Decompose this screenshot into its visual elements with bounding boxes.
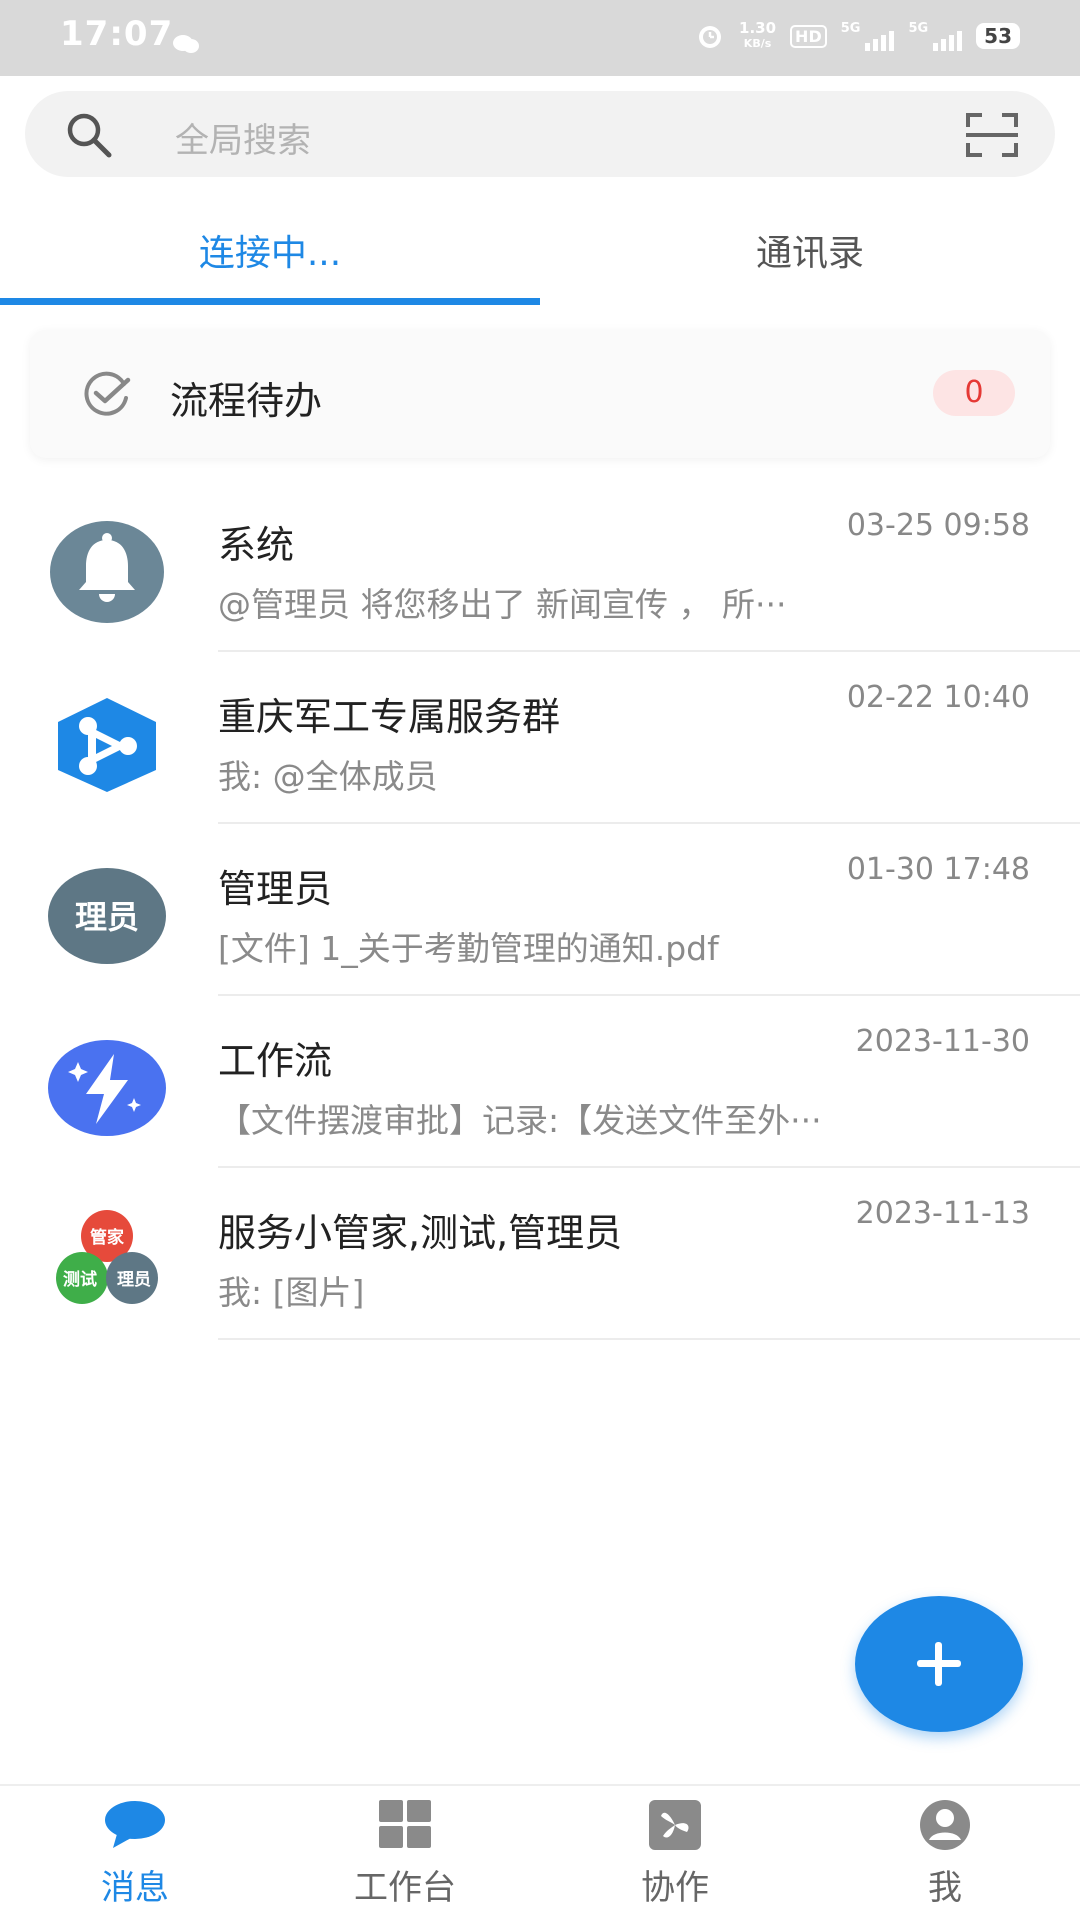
chat-name: 工作流: [218, 1039, 333, 1083]
avatar-text-admin: 理员: [117, 1270, 151, 1290]
nav-label: 协作: [641, 1868, 709, 1908]
chat-item-workflow[interactable]: 工作流 2023-11-30 【文件摆渡审批】记录:【发送文件至外···: [0, 996, 1080, 1168]
chat-time: 02-22 10:40: [846, 680, 1030, 715]
chat-preview: 我: [图片]: [218, 1273, 365, 1312]
todo-count-badge: 0: [933, 370, 1015, 416]
nav-label: 我: [928, 1868, 962, 1908]
admin-avatar: 理员: [48, 868, 166, 964]
collab-icon: [649, 1800, 701, 1850]
chat-name: 服务小管家,测试,管理员: [218, 1211, 623, 1255]
search-icon[interactable]: [63, 109, 115, 161]
tab-contacts[interactable]: 通讯录: [540, 224, 1080, 276]
status-bar: 17:07 1.30 KB/s HD 5G 5G 53: [0, 0, 1080, 76]
hd-badge: HD: [790, 24, 827, 48]
active-tab-indicator: [0, 298, 540, 305]
chat-preview: 【文件摆渡审批】记录:【发送文件至外···: [218, 1101, 822, 1140]
signal-icon-2: 5G: [908, 21, 963, 51]
profile-icon: [920, 1800, 970, 1850]
process-todo-card[interactable]: 流程待办 0: [30, 330, 1050, 458]
net-speed: 1.30 KB/s: [739, 19, 777, 50]
battery-indicator: 53: [976, 23, 1020, 49]
chat-preview: 我: @全体成员: [218, 757, 438, 796]
status-icons: 1.30 KB/s HD 5G 5G 53: [695, 20, 1020, 52]
search-bar[interactable]: 全局搜索: [25, 91, 1055, 177]
chat-time: 2023-11-30: [855, 1024, 1030, 1059]
tab-connecting[interactable]: 连接中...: [0, 224, 540, 276]
nav-label: 工作台: [354, 1868, 456, 1908]
workflow-avatar-icon: [48, 1040, 166, 1136]
todo-label: 流程待办: [170, 379, 323, 423]
signal-icon: 5G: [841, 21, 895, 51]
admin-avatar-text: 理员: [75, 898, 139, 936]
search-input[interactable]: 全局搜索: [175, 113, 311, 162]
avatar-text-butler: 管家: [90, 1227, 124, 1248]
add-button[interactable]: [855, 1596, 1023, 1732]
chat-name: 系统: [218, 523, 295, 567]
wechat-notification-icon: [173, 35, 199, 53]
chat-item-system[interactable]: 系统 03-25 09:58 @管理员 将您移出了 新闻宣传 ， 所···: [0, 480, 1080, 652]
chat-name: 管理员: [218, 867, 333, 911]
avatar-text-test: 测试: [63, 1269, 97, 1290]
chat-time: 2023-11-13: [855, 1196, 1030, 1231]
workbench-icon: [379, 1800, 431, 1848]
status-time: 17:07: [60, 14, 174, 54]
nav-messages[interactable]: 消息: [0, 1798, 270, 1909]
nav-workbench[interactable]: 工作台: [270, 1798, 540, 1909]
chat-preview: [文件] 1_关于考勤管理的通知.pdf: [218, 929, 719, 968]
nav-label: 消息: [101, 1868, 169, 1908]
scan-icon[interactable]: [964, 111, 1020, 159]
divider: [218, 1338, 1080, 1340]
bell-avatar-icon: [50, 521, 164, 623]
chat-item-service-group[interactable]: 管家 测试 理员 服务小管家,测试,管理员 2023-11-13 我: [图片]: [0, 1168, 1080, 1340]
message-icon: [105, 1801, 165, 1848]
chat-name: 重庆军工专属服务群: [218, 695, 561, 739]
bottom-nav: 消息 工作台 协作 我: [0, 1784, 1080, 1922]
chat-time: 03-25 09:58: [846, 508, 1030, 543]
group-composite-avatar: 管家 测试 理员: [56, 1210, 158, 1304]
chat-item-chongqing-group[interactable]: 重庆军工专属服务群 02-22 10:40 我: @全体成员: [0, 652, 1080, 824]
alarm-icon: [699, 26, 722, 48]
chat-preview: @管理员 将您移出了 新闻宣传 ， 所···: [218, 585, 787, 624]
chat-item-admin[interactable]: 理员 管理员 01-30 17:48 [文件] 1_关于考勤管理的通知.pdf: [0, 824, 1080, 996]
check-circle-icon: [84, 371, 131, 416]
nav-me[interactable]: 我: [810, 1798, 1080, 1909]
nav-collab[interactable]: 协作: [540, 1798, 810, 1909]
group-logo-avatar-icon: [58, 698, 156, 792]
chat-time: 01-30 17:48: [846, 852, 1030, 887]
